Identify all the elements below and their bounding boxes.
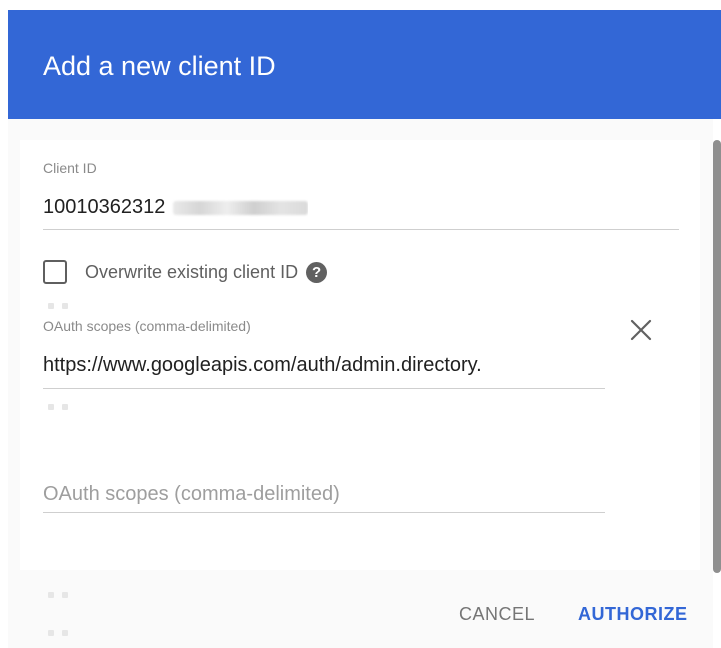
overwrite-row: Overwrite existing client ID ? — [43, 256, 328, 288]
close-icon — [630, 319, 652, 341]
oauth-scopes-value: https://www.googleapis.com/auth/admin.di… — [43, 354, 482, 376]
oauth-scopes-input[interactable] — [43, 476, 605, 512]
background-artifact — [62, 404, 68, 410]
background-artifact — [62, 303, 68, 309]
overwrite-checkbox[interactable] — [43, 260, 67, 284]
oauth-scopes-label: OAuth scopes (comma-delimited) — [43, 318, 251, 334]
oauth-scopes-field[interactable]: OAuth scopes (comma-delimited) https://w… — [43, 318, 605, 392]
client-id-value: 10010362312 — [43, 196, 166, 218]
background-artifact — [48, 303, 54, 309]
add-client-id-dialog: Add a new client ID Client ID 1001036231… — [0, 0, 721, 648]
client-id-underline — [43, 229, 679, 230]
remove-scope-button[interactable] — [627, 316, 655, 344]
dialog-title: Add a new client ID — [43, 51, 276, 81]
oauth-scopes-underline — [43, 388, 605, 389]
background-artifact — [48, 630, 54, 636]
redacted-text — [173, 200, 309, 215]
scrollbar[interactable] — [713, 140, 721, 573]
background-artifact — [48, 404, 54, 410]
background-artifact — [62, 592, 68, 598]
dialog-header: Add a new client ID — [8, 10, 721, 119]
background-artifact — [62, 630, 68, 636]
overwrite-label[interactable]: Overwrite existing client ID — [85, 262, 298, 283]
oauth-scopes-input-underline — [43, 512, 605, 513]
background-artifact — [48, 592, 54, 598]
help-circle-icon[interactable]: ? — [306, 261, 328, 283]
authorize-button[interactable]: AUTHORIZE — [578, 598, 688, 630]
client-id-label: Client ID — [43, 160, 97, 176]
client-id-field[interactable]: Client ID 10010362312 — [43, 160, 679, 232]
client-id-value-wrap: 10010362312 — [43, 196, 309, 226]
cancel-button[interactable]: CANCEL — [459, 598, 535, 630]
